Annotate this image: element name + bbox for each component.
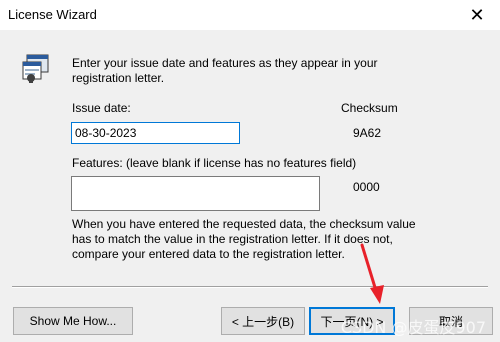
back-button[interactable]: < 上一步(B): [221, 307, 305, 335]
license-wizard-icon: [22, 54, 49, 83]
instruction-text: Enter your issue date and features as th…: [72, 56, 378, 85]
issue-date-checksum: 9A62: [353, 126, 382, 140]
issue-date-input[interactable]: [71, 122, 240, 144]
close-button[interactable]: ✕: [454, 0, 500, 30]
show-me-how-button[interactable]: Show Me How...: [13, 307, 133, 335]
features-label: Features: (leave blank if license has no…: [72, 156, 357, 170]
close-icon: ✕: [469, 4, 485, 25]
features-checksum: 0000: [353, 180, 380, 194]
separator-highlight: [12, 287, 488, 288]
issue-date-label: Issue date:: [72, 101, 131, 115]
cancel-button[interactable]: 取消: [409, 307, 493, 335]
features-input[interactable]: [71, 176, 320, 211]
window-title: License Wizard: [8, 7, 97, 22]
checksum-header: Checksum: [341, 101, 398, 115]
checksum-note: When you have entered the requested data…: [72, 217, 416, 261]
next-button[interactable]: 下一页(N) >: [309, 307, 395, 335]
title-bar: License Wizard ✕: [0, 0, 500, 30]
